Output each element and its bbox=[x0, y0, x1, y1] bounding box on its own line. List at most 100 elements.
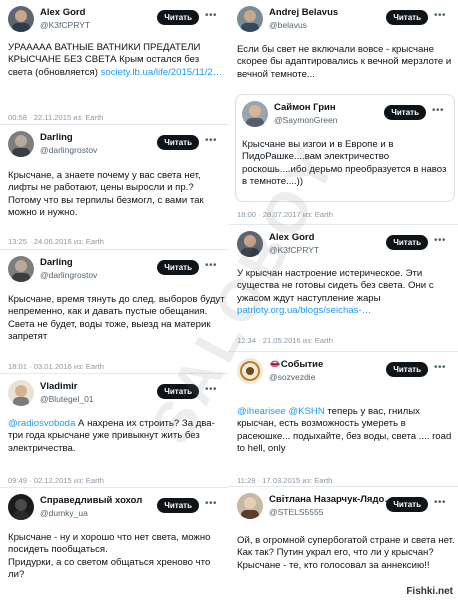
tweet-mention[interactable]: @radiosvoboda bbox=[8, 418, 75, 429]
tweet-header: 👄Событие @sozvezdie Читать ••• bbox=[237, 358, 450, 386]
author-handle[interactable]: @K3fCPRYT bbox=[269, 244, 387, 256]
author-block: Справедливый хохол @dumky_ua bbox=[40, 495, 158, 519]
follow-button[interactable]: Читать bbox=[386, 497, 428, 512]
author-name[interactable]: Darling bbox=[40, 132, 158, 144]
tweet-meta: 13:25 · 24.06.2016 из: Earth bbox=[8, 237, 104, 246]
follow-button[interactable]: Читать bbox=[157, 260, 199, 275]
author-handle[interactable]: @K3fCPRYT bbox=[40, 19, 158, 31]
tweet-card: Vladimir @Blutegel_01 Читать ••• @radios… bbox=[0, 374, 229, 488]
tweet-card: Alex Gord @K3fCPRYT Читать ••• УРААААА В… bbox=[0, 0, 229, 125]
author-handle[interactable]: @dumky_ua bbox=[40, 507, 158, 519]
avatar[interactable] bbox=[237, 6, 263, 32]
tweet-header: Світлана Назарчук-Лядова… @STELS5555 Чит… bbox=[237, 493, 450, 521]
author-handle[interactable]: @darlingrostov bbox=[40, 144, 158, 156]
author-name[interactable]: Саймон Грин bbox=[274, 102, 392, 114]
author-block: Alex Gord @K3fCPRYT bbox=[269, 232, 387, 256]
more-options-icon[interactable]: ••• bbox=[203, 135, 219, 150]
more-options-icon[interactable]: ••• bbox=[203, 260, 219, 275]
tweet-text: Крысчане, а знаете почему у вас света не… bbox=[8, 170, 204, 219]
author-handle[interactable]: @STELS5555 bbox=[269, 506, 397, 518]
tweet-link[interactable]: patrioty.org.ua/blogs/seichas-… bbox=[237, 305, 371, 316]
right-column: Andrej Belavus @belavus Читать ••• Если … bbox=[229, 0, 458, 600]
author-name[interactable]: Справедливый хохол bbox=[40, 495, 158, 507]
quoted-tweet[interactable]: Саймон Грин @SaymonGreen Читать ••• Крыс… bbox=[235, 94, 455, 202]
more-options-icon[interactable]: ••• bbox=[203, 498, 219, 513]
tweet-card: Alex Gord @K3fCPRYT Читать ••• У крысчан… bbox=[229, 225, 458, 352]
left-column: Alex Gord @K3fCPRYT Читать ••• УРААААА В… bbox=[0, 0, 229, 600]
tweet-header: Darling @darlingrostov Читать ••• bbox=[8, 256, 221, 284]
follow-button[interactable]: Читать bbox=[157, 384, 199, 399]
more-options-icon[interactable]: ••• bbox=[430, 105, 446, 120]
author-block: Vladimir @Blutegel_01 bbox=[40, 381, 158, 405]
avatar[interactable] bbox=[8, 380, 34, 406]
more-options-icon[interactable]: ••• bbox=[432, 497, 448, 512]
tweet-card: 👄Событие @sozvezdie Читать ••• @ihearise… bbox=[229, 352, 458, 487]
more-options-icon[interactable]: ••• bbox=[432, 10, 448, 25]
more-options-icon[interactable]: ••• bbox=[432, 362, 448, 377]
follow-button[interactable]: Читать bbox=[386, 362, 428, 377]
tweet-header: Alex Gord @K3fCPRYT Читать ••• bbox=[8, 6, 221, 34]
avatar[interactable] bbox=[8, 494, 34, 520]
author-handle[interactable]: @belavus bbox=[269, 19, 387, 31]
tweet-text-main: У крысчан настроение истерическое. Эти с… bbox=[237, 268, 434, 304]
author-name[interactable]: Andrej Belavus bbox=[269, 7, 387, 19]
tweet-meta: 00:58 · 22.11.2015 из: Earth bbox=[8, 113, 104, 122]
tweet-link[interactable]: society.lb.ua/life/2015/11/2… bbox=[101, 67, 223, 78]
avatar[interactable] bbox=[242, 101, 268, 127]
author-name[interactable]: Alex Gord bbox=[269, 232, 387, 244]
follow-button[interactable]: Читать bbox=[386, 235, 428, 250]
tweet-meta: 09:49 · 02.12.2015 из: Earth bbox=[8, 476, 104, 485]
author-name[interactable]: 👄Событие bbox=[269, 359, 387, 371]
avatar[interactable] bbox=[8, 256, 34, 282]
site-logo: Fishki.net bbox=[404, 585, 455, 598]
tweet-mention[interactable]: @ihearisee @KSHN bbox=[237, 406, 325, 417]
author-handle[interactable]: @Blutegel_01 bbox=[40, 393, 158, 405]
author-handle[interactable]: @SaymonGreen bbox=[274, 114, 392, 126]
tweet-text: УРААААА ВАТНЫЕ ВАТНИКИ ПРЕДАТЕЛИ КРЫСЧАН… bbox=[8, 42, 226, 79]
author-name[interactable]: Vladimir bbox=[40, 381, 158, 393]
more-options-icon[interactable]: ••• bbox=[203, 384, 219, 399]
tweet-text: @ihearisee @KSHN теперь у вас, гнилых кр… bbox=[237, 406, 455, 456]
tweet-meta: 18:00 · 28.07.2017 из: Earth bbox=[237, 210, 333, 219]
tweet-header: Vladimir @Blutegel_01 Читать ••• bbox=[8, 380, 221, 408]
avatar[interactable] bbox=[237, 358, 263, 384]
author-name[interactable]: Darling bbox=[40, 257, 158, 269]
tweet-text: @radiosvoboda А нахрена их строить? За д… bbox=[8, 418, 226, 455]
author-block: 👄Событие @sozvezdie bbox=[269, 359, 387, 383]
follow-button[interactable]: Читать bbox=[384, 105, 426, 120]
avatar[interactable] bbox=[8, 131, 34, 157]
author-block: Darling @darlingrostov bbox=[40, 257, 158, 281]
avatar[interactable] bbox=[8, 6, 34, 32]
more-options-icon[interactable]: ••• bbox=[203, 10, 219, 25]
follow-button[interactable]: Читать bbox=[386, 10, 428, 25]
tweet-text: Крысчане - ну и хорошо что нет света, мо… bbox=[8, 532, 211, 581]
quoted-tweet-text: Крысчане вы изгои и в Европе и в ПидоРаш… bbox=[242, 139, 447, 188]
author-name[interactable]: Alex Gord bbox=[40, 7, 158, 19]
avatar[interactable] bbox=[237, 231, 263, 257]
follow-button[interactable]: Читать bbox=[157, 135, 199, 150]
author-handle[interactable]: @darlingrostov bbox=[40, 269, 158, 281]
author-block: Alex Gord @K3fCPRYT bbox=[40, 7, 158, 31]
tweet-card: Світлана Назарчук-Лядова… @STELS5555 Чит… bbox=[229, 487, 458, 600]
tweet-meta: 18:01 · 03.01.2016 из: Earth bbox=[8, 362, 104, 371]
author-name[interactable]: Світлана Назарчук-Лядова… bbox=[269, 494, 397, 506]
tweet-text: Если бы свет не включали вовсе - крысчан… bbox=[237, 44, 452, 80]
author-handle[interactable]: @sozvezdie bbox=[269, 371, 387, 383]
tweet-text: Ой, в огромной супербогатой стране и све… bbox=[237, 535, 455, 571]
tweet-card: Справедливый хохол @dumky_ua Читать ••• … bbox=[0, 488, 229, 600]
author-block: Andrej Belavus @belavus bbox=[269, 7, 387, 31]
author-block: Darling @darlingrostov bbox=[40, 132, 158, 156]
tweet-header: Alex Gord @K3fCPRYT Читать ••• bbox=[237, 231, 450, 259]
tweet-card: Darling @darlingrostov Читать ••• Крысча… bbox=[0, 250, 229, 374]
tweet-text: Крысчане, время тянуть до след. выборов … bbox=[8, 294, 225, 343]
follow-button[interactable]: Читать bbox=[157, 10, 199, 25]
more-options-icon[interactable]: ••• bbox=[432, 235, 448, 250]
tweet-text: У крысчан настроение истерическое. Эти с… bbox=[237, 268, 455, 318]
follow-button[interactable]: Читать bbox=[157, 498, 199, 513]
quoted-tweet-header: Саймон Грин @SaymonGreen Читать ••• bbox=[242, 101, 448, 129]
tweet-card: Darling @darlingrostov Читать ••• Крысча… bbox=[0, 125, 229, 250]
author-block: Світлана Назарчук-Лядова… @STELS5555 bbox=[269, 494, 397, 518]
avatar[interactable] bbox=[237, 493, 263, 519]
tweet-header: Справедливый хохол @dumky_ua Читать ••• bbox=[8, 494, 221, 522]
author-block: Саймон Грин @SaymonGreen bbox=[274, 102, 392, 126]
